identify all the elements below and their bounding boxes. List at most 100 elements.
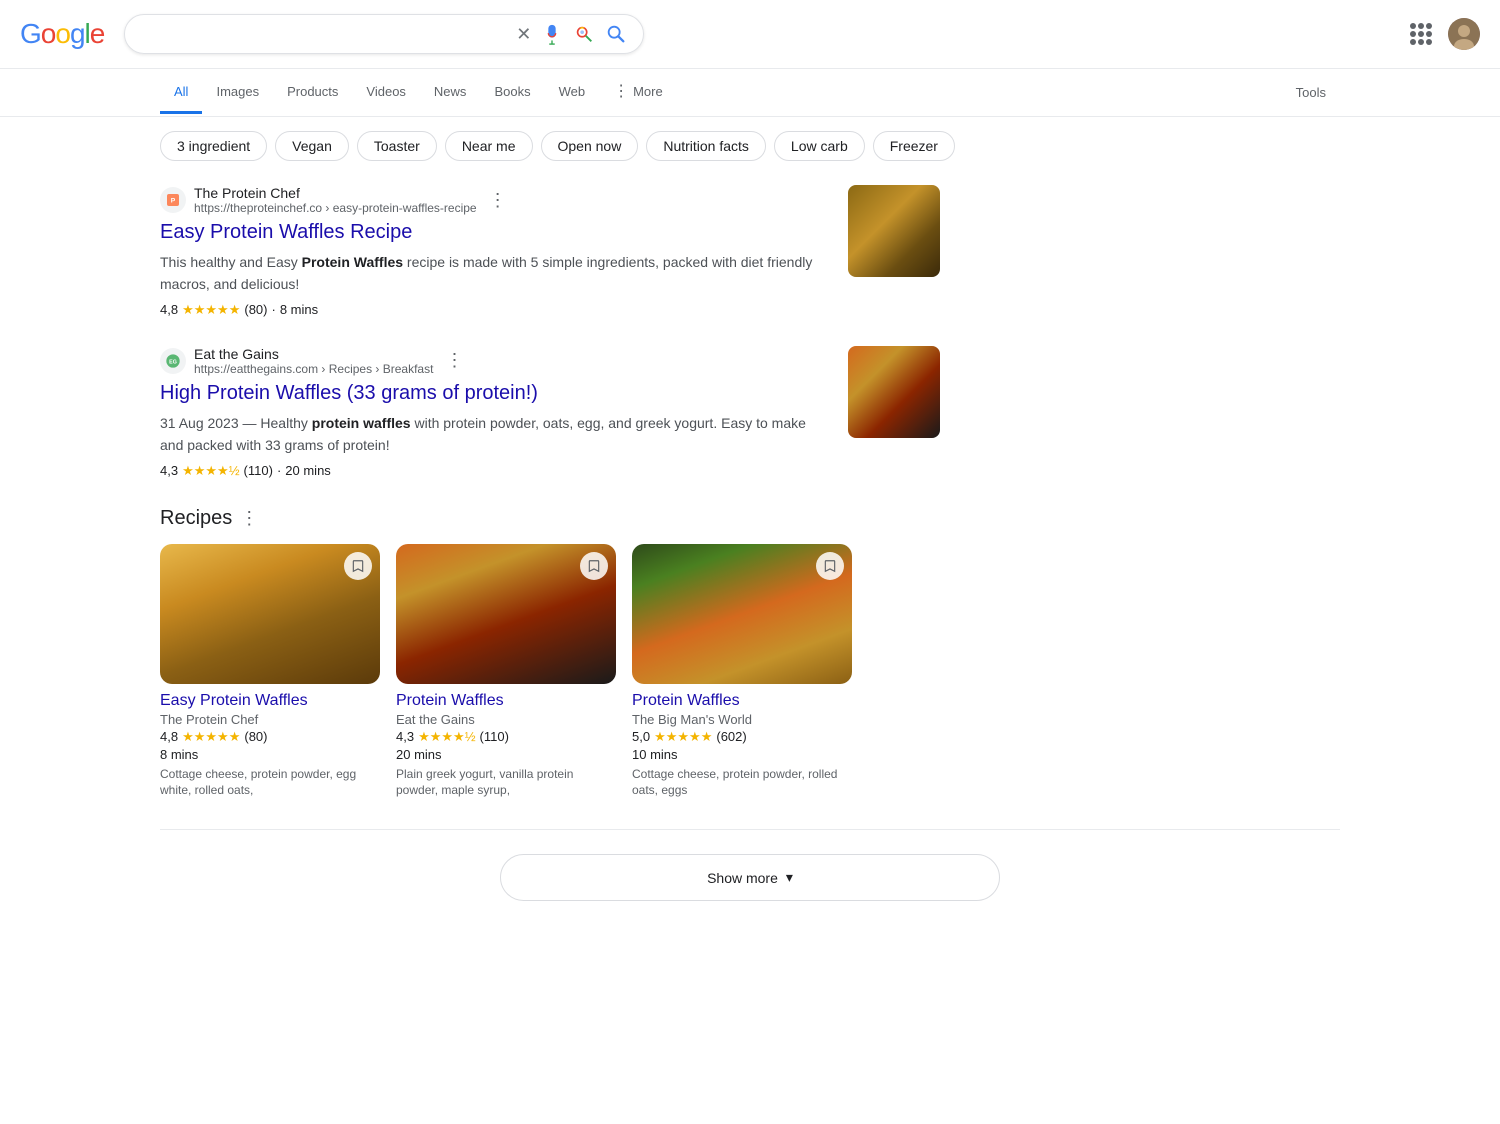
recipe-card-3-source: The Big Man's World — [632, 712, 852, 727]
show-more-label: Show more — [707, 870, 778, 886]
header-right — [1410, 18, 1480, 50]
result-1-reviews: (80) — [244, 302, 267, 317]
result-2-source: EG Eat the Gains https://eatthegains.com… — [160, 346, 832, 376]
result-1-content: P The Protein Chef https://theproteinche… — [160, 185, 832, 318]
tab-all[interactable]: All — [160, 72, 202, 114]
result-1-source-info: The Protein Chef https://theproteinchef.… — [194, 185, 477, 215]
source-icon-1: P — [160, 187, 186, 213]
result-1-source-name: The Protein Chef — [194, 185, 477, 201]
result-1: P The Protein Chef https://theproteinche… — [160, 185, 940, 318]
result-1-rating: 4,8 ★★★★★ (80) · 8 mins — [160, 302, 832, 318]
result-2-separator: · — [277, 463, 281, 478]
recipe-card-2-time: 20 mins — [396, 747, 616, 762]
recipes-title: Recipes — [160, 507, 232, 530]
chip-toaster[interactable]: Toaster — [357, 131, 437, 161]
chevron-down-icon: ▾ — [786, 869, 793, 886]
result-2-title[interactable]: High Protein Waffles (33 grams of protei… — [160, 380, 832, 406]
tab-news[interactable]: News — [420, 72, 481, 114]
filter-chips: 3 ingredient Vegan Toaster Near me Open … — [0, 117, 1500, 175]
avatar[interactable] — [1448, 18, 1480, 50]
result-1-title[interactable]: Easy Protein Waffles Recipe — [160, 219, 832, 245]
result-1-thumbnail[interactable] — [848, 185, 940, 277]
show-more-container: Show more ▾ — [0, 854, 1500, 901]
recipe-card-1-ingredients: Cottage cheese, protein powder, egg whit… — [160, 766, 380, 800]
recipe-card-3-bookmark[interactable] — [816, 552, 844, 580]
chip-3ingredient[interactable]: 3 ingredient — [160, 131, 267, 161]
nav-tabs: All Images Products Videos News Books We… — [0, 69, 1500, 117]
result-1-source: P The Protein Chef https://theproteinche… — [160, 185, 832, 215]
recipe-card-2-ingredients: Plain greek yogurt, vanilla protein powd… — [396, 766, 616, 800]
chip-nearme[interactable]: Near me — [445, 131, 533, 161]
recipe-card-1-name: Easy Protein Waffles — [160, 692, 380, 710]
result-1-rating-value: 4,8 — [160, 302, 178, 317]
recipe-card-3-ingredients: Cottage cheese, protein powder, rolled o… — [632, 766, 852, 800]
tab-products[interactable]: Products — [273, 72, 352, 114]
recipe-card-1-image — [160, 544, 380, 684]
chip-lowcarb[interactable]: Low carb — [774, 131, 865, 161]
recipe-card-2-bookmark[interactable] — [580, 552, 608, 580]
result-1-desc: This healthy and Easy Protein Waffles re… — [160, 251, 832, 296]
result-2-thumbnail[interactable] — [848, 346, 940, 438]
recipes-header: Recipes ⋮ — [160, 507, 940, 530]
search-input[interactable]: protein waffles — [141, 25, 506, 43]
recipe-card-2-rating: 4,3 ★★★★½ (110) — [396, 729, 616, 745]
tab-videos[interactable]: Videos — [352, 72, 420, 114]
result-2-rating-value: 4,3 — [160, 463, 178, 478]
tab-web[interactable]: Web — [545, 72, 600, 114]
search-button[interactable] — [605, 23, 627, 45]
result-1-separator: · — [271, 302, 275, 317]
result-2-menu[interactable]: ⋮ — [445, 350, 463, 371]
recipe-card-1-rating: 4,8 ★★★★★ (80) — [160, 729, 380, 745]
recipe-card-1-time: 8 mins — [160, 747, 380, 762]
result-2-source-name: Eat the Gains — [194, 346, 433, 362]
recipe-card-2-name: Protein Waffles — [396, 692, 616, 710]
search-icon — [605, 23, 627, 45]
result-2-source-info: Eat the Gains https://eatthegains.com › … — [194, 346, 433, 376]
recipe-card-3-time: 10 mins — [632, 747, 852, 762]
recipes-menu[interactable]: ⋮ — [240, 508, 258, 529]
recipe-card-3-name: Protein Waffles — [632, 692, 852, 710]
recipe-card-1-bookmark[interactable] — [344, 552, 372, 580]
chip-vegan[interactable]: Vegan — [275, 131, 349, 161]
chip-opennow[interactable]: Open now — [541, 131, 639, 161]
voice-search-button[interactable] — [541, 23, 563, 45]
google-logo[interactable]: Google — [20, 18, 104, 50]
svg-text:EG: EG — [169, 359, 177, 365]
tab-books[interactable]: Books — [480, 72, 544, 114]
apps-grid-button[interactable] — [1410, 23, 1432, 45]
clear-button[interactable]: ✕ — [516, 24, 531, 45]
bottom-divider — [160, 829, 1340, 830]
recipe-card-1[interactable]: Easy Protein Waffles The Protein Chef 4,… — [160, 544, 380, 800]
result-2-source-url: https://eatthegains.com › Recipes › Brea… — [194, 362, 433, 376]
result-1-stars: ★★★★★ — [182, 302, 240, 318]
result-1-source-url: https://theproteinchef.co › easy-protein… — [194, 201, 477, 215]
header: Google protein waffles ✕ — [0, 0, 1500, 69]
show-more-button[interactable]: Show more ▾ — [500, 854, 1000, 901]
recipe-card-3[interactable]: Protein Waffles The Big Man's World 5,0 … — [632, 544, 852, 800]
chip-freezer[interactable]: Freezer — [873, 131, 955, 161]
chip-nutritionfacts[interactable]: Nutrition facts — [646, 131, 766, 161]
result-2-desc: 31 Aug 2023 — Healthy protein waffles wi… — [160, 412, 832, 457]
lens-icon — [573, 23, 595, 45]
recipe-card-2-source: Eat the Gains — [396, 712, 616, 727]
recipes-section: Recipes ⋮ Easy Protein Waffles The Prote… — [160, 507, 940, 800]
result-2-content: EG Eat the Gains https://eatthegains.com… — [160, 346, 832, 479]
tools-button[interactable]: Tools — [1282, 73, 1340, 112]
result-2-rating: 4,3 ★★★★½ (110) · 20 mins — [160, 463, 832, 479]
svg-text:P: P — [171, 198, 176, 205]
result-1-time: 8 mins — [280, 302, 318, 317]
result-1-menu[interactable]: ⋮ — [489, 190, 507, 211]
recipe-card-2[interactable]: Protein Waffles Eat the Gains 4,3 ★★★★½ … — [396, 544, 616, 800]
lens-button[interactable] — [573, 23, 595, 45]
recipe-card-1-source: The Protein Chef — [160, 712, 380, 727]
recipe-card-2-image — [396, 544, 616, 684]
recipes-grid: Easy Protein Waffles The Protein Chef 4,… — [160, 544, 940, 800]
tab-images[interactable]: Images — [202, 72, 273, 114]
recipe-card-3-image — [632, 544, 852, 684]
result-2-stars: ★★★★½ — [182, 463, 239, 479]
tab-more[interactable]: ⋮ More — [599, 69, 677, 116]
search-bar: protein waffles ✕ — [124, 14, 644, 54]
main-content: P The Protein Chef https://theproteinche… — [0, 175, 1100, 829]
recipe-card-3-rating: 5,0 ★★★★★ (602) — [632, 729, 852, 745]
result-2-time: 20 mins — [285, 463, 331, 478]
